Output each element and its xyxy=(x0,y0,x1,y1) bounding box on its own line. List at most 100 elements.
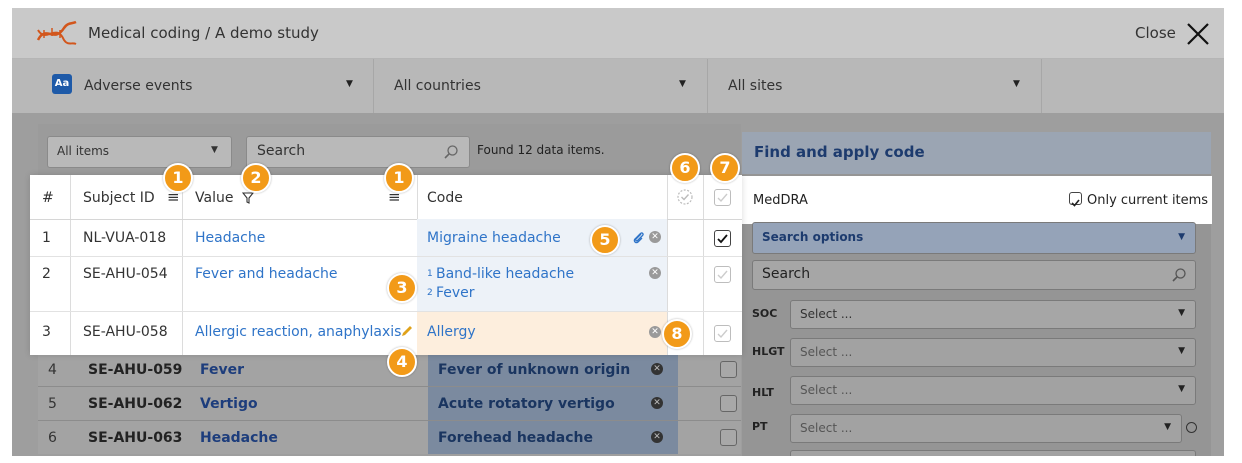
row-number: 3 xyxy=(42,324,51,340)
chevron-down-icon: ▼ xyxy=(1178,232,1185,242)
filter-icon[interactable] xyxy=(242,192,254,204)
pt-radio[interactable] xyxy=(1186,422,1197,433)
table-row[interactable]: 1 NL-VUA-018 Headache Migraine headache … xyxy=(30,219,742,257)
code-cell[interactable]: Acute rotatory vertigo xyxy=(428,387,678,420)
only-current-label: Only current items xyxy=(1087,193,1209,208)
search-icon xyxy=(1172,268,1186,282)
search-placeholder: Search xyxy=(257,143,306,159)
value-link[interactable]: Fever xyxy=(200,362,244,378)
code-cell[interactable]: Fever of unknown origin xyxy=(428,353,678,386)
callout-badge: 3 xyxy=(387,273,417,303)
code-link[interactable]: Band-like headache xyxy=(436,266,574,282)
close-icon[interactable] xyxy=(1184,20,1212,48)
search-icon xyxy=(444,145,458,159)
code-link[interactable]: Fever of unknown origin xyxy=(438,362,630,378)
value-link[interactable]: Headache xyxy=(200,430,278,446)
header-code[interactable]: Code xyxy=(427,190,463,206)
code-link[interactable]: Allergy xyxy=(427,324,476,340)
chevron-down-icon: ▼ xyxy=(1164,422,1171,432)
items-filter-value: All items xyxy=(57,144,110,158)
approve-checkbox[interactable] xyxy=(714,266,731,283)
code-search-input[interactable]: Search xyxy=(752,260,1196,290)
callout-badge: 5 xyxy=(590,225,620,255)
modal-frame: Medical coding / A demo study Close Aa A… xyxy=(12,8,1224,456)
remove-code-icon[interactable]: ✕ xyxy=(651,397,663,409)
approve-checkbox[interactable] xyxy=(720,395,737,412)
hlgt-select[interactable]: Select ... ▼ xyxy=(790,338,1196,367)
value-link[interactable]: Allergic reaction, anaphylaxis xyxy=(195,324,401,340)
page-title: Medical coding / A demo study xyxy=(88,24,319,42)
header-value[interactable]: Value xyxy=(195,190,233,206)
row-number: 2 xyxy=(42,266,51,282)
hlt-select[interactable]: Select ... ▼ xyxy=(790,376,1196,405)
table-row[interactable]: 3 SE-AHU-058 Allergic reaction, anaphyla… xyxy=(30,312,742,355)
subject-id: SE-AHU-062 xyxy=(88,396,183,412)
chevron-down-icon: ▼ xyxy=(679,79,686,89)
table-row[interactable]: 6 SE-AHU-063 Headache Forehead headache … xyxy=(38,420,741,454)
code-link[interactable]: Acute rotatory vertigo xyxy=(438,396,615,412)
items-filter-select[interactable]: All items ▼ xyxy=(47,136,232,168)
chevron-down-icon: ▼ xyxy=(346,79,353,89)
highlighted-table: # Subject ID ≡ Value ≡ Code 1 NL-VUA-018… xyxy=(30,175,742,355)
country-dropdown[interactable]: All countries ▼ xyxy=(374,59,708,113)
hlgt-label: HLGT xyxy=(752,345,785,358)
callout-badge: 1 xyxy=(384,163,414,193)
code-link[interactable]: Migraine headache xyxy=(427,230,561,246)
value-link[interactable]: Headache xyxy=(195,230,265,246)
llt-select[interactable] xyxy=(790,450,1196,456)
chevron-down-icon: ▼ xyxy=(1178,308,1185,318)
only-current-checkbox[interactable] xyxy=(1069,192,1082,207)
value-link[interactable]: Fever and headache xyxy=(195,266,338,282)
checkmark-icon xyxy=(717,193,728,203)
remove-code-icon[interactable]: ✕ xyxy=(651,431,663,443)
row-number: 1 xyxy=(42,230,51,246)
pt-select-value: Select ... xyxy=(800,421,853,435)
header-subject[interactable]: Subject ID xyxy=(83,190,155,206)
paperclip-icon[interactable] xyxy=(631,230,645,244)
callout-badge: 2 xyxy=(241,163,271,193)
site-dropdown-label: All sites xyxy=(728,78,783,94)
row-number: 5 xyxy=(48,396,57,412)
code-link[interactable]: Fever xyxy=(436,285,475,301)
table-row[interactable]: 2 SE-AHU-054 Fever and headache 1 Band-l… xyxy=(30,257,742,312)
form-dropdown-label: Adverse events xyxy=(84,78,193,94)
search-options-label: Search options xyxy=(762,230,864,244)
soc-select[interactable]: Select ... ▼ xyxy=(790,300,1196,329)
subject-id: SE-AHU-059 xyxy=(88,362,183,378)
approve-all-checkbox[interactable] xyxy=(714,189,731,206)
approve-checkbox[interactable] xyxy=(714,325,731,342)
coding-panel-title: Find and apply code xyxy=(754,143,925,161)
code-cell[interactable]: Forehead headache xyxy=(428,421,678,454)
approve-checkbox[interactable] xyxy=(720,429,737,446)
pt-label: PT xyxy=(752,420,768,433)
chevron-down-icon: ▼ xyxy=(1013,79,1020,89)
approve-checkbox[interactable] xyxy=(714,230,731,247)
pt-select[interactable]: Select ... ▼ xyxy=(790,414,1182,443)
close-label[interactable]: Close xyxy=(1135,24,1176,42)
search-input[interactable]: Search xyxy=(246,136,470,168)
remove-code-icon[interactable]: ✕ xyxy=(651,363,663,375)
approve-checkbox[interactable] xyxy=(720,361,737,378)
code-search-placeholder: Search xyxy=(762,266,811,282)
table-row[interactable]: 5 SE-AHU-062 Vertigo Acute rotatory vert… xyxy=(38,386,741,420)
title-bar: Medical coding / A demo study Close xyxy=(12,8,1224,59)
callout-badge: 6 xyxy=(670,153,700,183)
search-options-dropdown[interactable]: Search options ▼ xyxy=(752,222,1196,254)
form-dropdown[interactable]: Aa Adverse events ▼ xyxy=(40,59,374,113)
header-num: # xyxy=(42,190,54,206)
remove-code-icon[interactable]: ✕ xyxy=(649,267,661,279)
coding-panel-body: MedDRA Only current items xyxy=(742,176,1212,224)
checkmark-icon xyxy=(717,329,728,339)
code-index: 2 xyxy=(427,288,433,298)
code-link[interactable]: Forehead headache xyxy=(438,430,593,446)
site-dropdown[interactable]: All sites ▼ xyxy=(708,59,1042,113)
dictionary-label: MedDRA xyxy=(753,193,808,208)
code-index: 1 xyxy=(427,269,433,279)
remove-code-icon[interactable]: ✕ xyxy=(649,326,661,338)
pencil-icon xyxy=(402,326,412,336)
subject-id: NL-VUA-018 xyxy=(83,230,167,246)
remove-code-icon[interactable]: ✕ xyxy=(649,231,661,243)
subject-id: SE-AHU-058 xyxy=(83,324,168,340)
value-link[interactable]: Vertigo xyxy=(200,396,258,412)
callout-badge: 4 xyxy=(387,347,417,377)
